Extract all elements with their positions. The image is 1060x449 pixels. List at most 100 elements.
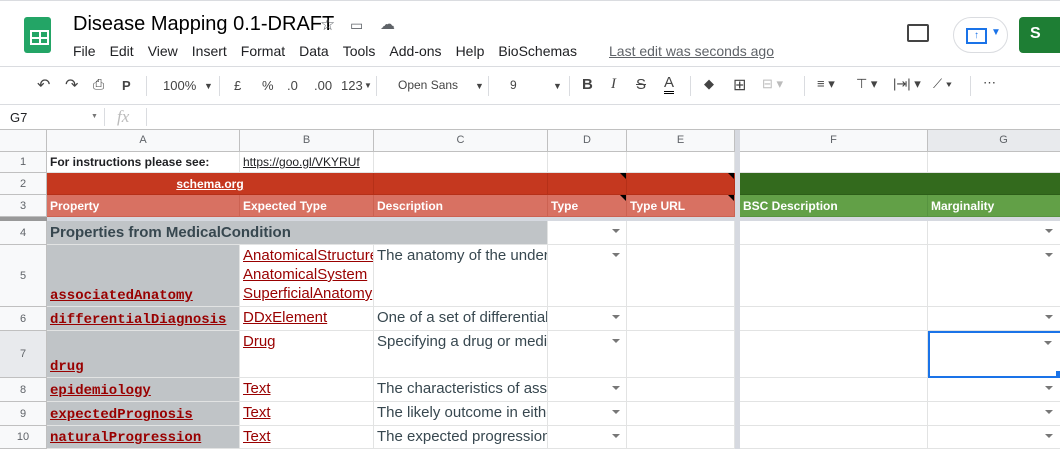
description-cell[interactable]: The expected progression: [374, 426, 548, 449]
frozen-column-divider[interactable]: [735, 130, 740, 449]
expected-type-cell[interactable]: Text: [240, 426, 374, 449]
cell[interactable]: [740, 378, 928, 402]
menu-edit[interactable]: Edit: [110, 43, 134, 59]
column-title-expected-type[interactable]: Expected Type: [240, 195, 374, 217]
cell[interactable]: [627, 152, 735, 173]
menu-tools[interactable]: Tools: [343, 43, 376, 59]
percent-button[interactable]: %: [262, 78, 274, 93]
cell[interactable]: [928, 245, 1060, 307]
last-edit-link[interactable]: Last edit was seconds ago: [609, 43, 774, 59]
cell[interactable]: [928, 378, 1060, 402]
dropdown-arrow-icon[interactable]: [1045, 410, 1053, 414]
expected-type-cell[interactable]: AnatomicalStructure AnatomicalSystem Sup…: [240, 245, 374, 307]
row-header-10[interactable]: 10: [0, 426, 47, 449]
column-title-property[interactable]: Property: [47, 195, 240, 217]
cell[interactable]: [548, 426, 627, 449]
column-title-marginality[interactable]: Marginality: [928, 195, 1060, 217]
formula-input[interactable]: [155, 110, 1055, 126]
cell[interactable]: [627, 426, 735, 449]
cell[interactable]: [928, 152, 1060, 173]
row-header-9[interactable]: 9: [0, 402, 47, 426]
cloud-saved-icon[interactable]: ☁: [380, 15, 395, 33]
cell[interactable]: [627, 173, 735, 195]
cell[interactable]: [928, 426, 1060, 449]
schema-org-header[interactable]: schema.org: [47, 173, 374, 195]
cell[interactable]: [548, 307, 627, 331]
row-header-2[interactable]: 2: [0, 173, 47, 195]
expected-type-cell[interactable]: DDxElement: [240, 307, 374, 331]
selected-cell-g7[interactable]: [928, 331, 1060, 378]
description-cell[interactable]: The likely outcome in either: [374, 402, 548, 426]
star-icon[interactable]: ☆: [320, 15, 335, 35]
name-box[interactable]: G7: [10, 110, 27, 125]
strikethrough-icon[interactable]: S: [636, 76, 646, 93]
cell[interactable]: [374, 173, 548, 195]
redo-icon[interactable]: ↷: [65, 75, 78, 95]
menu-format[interactable]: Format: [241, 43, 285, 59]
cell[interactable]: [627, 221, 735, 245]
decrease-decimal-button[interactable]: .0: [287, 78, 298, 93]
sheets-logo-icon[interactable]: [24, 17, 51, 53]
column-header-a[interactable]: A: [47, 130, 240, 152]
cell[interactable]: [627, 245, 735, 307]
row-header-7[interactable]: 7: [0, 331, 47, 378]
property-cell[interactable]: associatedAnatomy: [47, 245, 240, 307]
menu-insert[interactable]: Insert: [192, 43, 227, 59]
cell[interactable]: [627, 402, 735, 426]
cell[interactable]: [740, 152, 928, 173]
property-cell[interactable]: epidemiology: [47, 378, 240, 402]
horizontal-align-icon[interactable]: ≡ ▾: [817, 76, 835, 92]
cell[interactable]: [548, 402, 627, 426]
column-header-b[interactable]: B: [240, 130, 374, 152]
chevron-down-icon[interactable]: ▼: [204, 81, 213, 91]
chevron-down-icon[interactable]: ▼: [364, 81, 372, 90]
menu-file[interactable]: File: [73, 43, 96, 59]
paint-format-icon[interactable]: P: [122, 78, 131, 93]
fill-color-icon[interactable]: ◆: [704, 76, 714, 92]
column-title-bsc-description[interactable]: BSC Description: [740, 195, 928, 217]
expected-type-cell[interactable]: Text: [240, 402, 374, 426]
dropdown-arrow-icon[interactable]: [1045, 253, 1053, 257]
cell[interactable]: [627, 378, 735, 402]
cell[interactable]: [548, 221, 627, 245]
column-header-d[interactable]: D: [548, 130, 627, 152]
present-button[interactable]: ↑ ▼: [953, 17, 1008, 53]
font-size-select[interactable]: 9: [510, 78, 517, 92]
cell[interactable]: [627, 331, 735, 378]
row-header-3[interactable]: 3: [0, 195, 47, 217]
menu-view[interactable]: View: [148, 43, 178, 59]
property-cell[interactable]: drug: [47, 331, 240, 378]
row-header-8[interactable]: 8: [0, 378, 47, 402]
borders-icon[interactable]: ⊞: [733, 75, 746, 95]
dropdown-arrow-icon[interactable]: [612, 386, 620, 390]
column-header-e[interactable]: E: [627, 130, 735, 152]
increase-decimal-button[interactable]: .00: [314, 78, 332, 93]
chevron-down-icon[interactable]: ▼: [553, 81, 562, 91]
font-select[interactable]: Open Sans: [398, 78, 458, 92]
cell[interactable]: [928, 221, 1060, 245]
row-header-4[interactable]: 4: [0, 221, 47, 245]
cell[interactable]: [627, 307, 735, 331]
dropdown-arrow-icon[interactable]: [1044, 341, 1052, 345]
print-icon[interactable]: ⎙: [93, 76, 104, 93]
description-cell[interactable]: The characteristics of associated: [374, 378, 548, 402]
description-cell[interactable]: One of a set of differential: [374, 307, 548, 331]
text-color-icon[interactable]: A: [664, 74, 675, 94]
dropdown-arrow-icon[interactable]: [1045, 229, 1053, 233]
zoom-select[interactable]: 100%: [163, 78, 196, 93]
dropdown-arrow-icon[interactable]: [1045, 434, 1053, 438]
cell[interactable]: [740, 307, 928, 331]
column-title-type[interactable]: Type: [548, 195, 627, 217]
more-icon[interactable]: ⋯: [983, 75, 996, 91]
description-cell[interactable]: Specifying a drug or medicine: [374, 331, 548, 378]
cell[interactable]: [740, 221, 928, 245]
bold-icon[interactable]: B: [582, 76, 593, 93]
property-cell[interactable]: naturalProgression: [47, 426, 240, 449]
dropdown-arrow-icon[interactable]: [612, 434, 620, 438]
menu-addons[interactable]: Add-ons: [389, 43, 441, 59]
menu-bioschemas[interactable]: BioSchemas: [498, 43, 577, 59]
menu-data[interactable]: Data: [299, 43, 329, 59]
bsc-header[interactable]: [740, 173, 1060, 195]
property-cell[interactable]: differentialDiagnosis: [47, 307, 240, 331]
property-cell[interactable]: expectedPrognosis: [47, 402, 240, 426]
